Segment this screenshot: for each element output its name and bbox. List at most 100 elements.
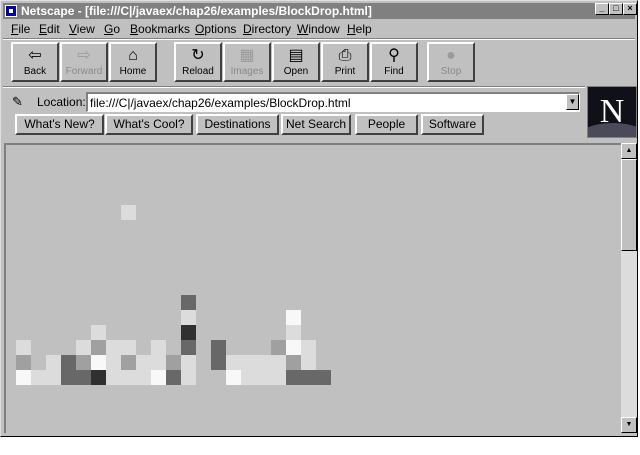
- forward-button[interactable]: ⇨ Forward: [60, 42, 108, 82]
- stop-button[interactable]: ● Stop: [427, 42, 475, 82]
- scroll-up-button[interactable]: ▲: [621, 143, 637, 159]
- falling-block: [76, 370, 91, 385]
- menu-view[interactable]: View: [69, 21, 95, 37]
- vertical-scrollbar[interactable]: ▲ ▼: [621, 143, 637, 433]
- falling-block: [106, 355, 121, 370]
- falling-block: [301, 370, 316, 385]
- maximize-button[interactable]: □: [609, 3, 623, 15]
- falling-block: [121, 355, 136, 370]
- falling-block: [301, 340, 316, 355]
- falling-block: [121, 205, 136, 220]
- forward-arrow-icon: ⇨: [77, 47, 91, 64]
- location-input[interactable]: [86, 92, 580, 112]
- falling-block: [286, 325, 301, 340]
- software-button[interactable]: Software: [421, 114, 484, 135]
- falling-block: [76, 340, 91, 355]
- falling-block: [211, 355, 226, 370]
- falling-block: [271, 370, 286, 385]
- blockdrop-applet-area[interactable]: [4, 143, 621, 433]
- toolbar-divider: [3, 38, 635, 40]
- falling-block: [16, 340, 31, 355]
- menu-edit[interactable]: Edit: [39, 21, 60, 37]
- menu-bookmarks[interactable]: Bookmarks: [130, 21, 190, 37]
- falling-block: [301, 355, 316, 370]
- location-divider: [3, 86, 585, 88]
- falling-block: [316, 370, 331, 385]
- destinations-button[interactable]: Destinations: [196, 114, 279, 135]
- falling-block: [286, 355, 301, 370]
- images-button[interactable]: ▦ Images: [223, 42, 271, 82]
- location-label: Location:: [37, 95, 86, 109]
- close-button[interactable]: ×: [623, 3, 637, 15]
- falling-block: [136, 370, 151, 385]
- scroll-thumb[interactable]: [621, 159, 637, 251]
- title-bar[interactable]: Netscape - [file:///C|/javaex/chap26/exa…: [3, 3, 635, 19]
- open-button[interactable]: ▤ Open: [272, 42, 320, 82]
- people-button[interactable]: People: [355, 114, 418, 135]
- falling-block: [46, 370, 61, 385]
- back-button[interactable]: ⇦ Back: [11, 42, 59, 82]
- menu-window[interactable]: Window: [297, 21, 340, 37]
- falling-block: [181, 370, 196, 385]
- falling-block: [181, 340, 196, 355]
- menu-bar: File Edit View Go Bookmarks Options Dire…: [3, 20, 635, 38]
- falling-block: [286, 340, 301, 355]
- falling-block: [271, 340, 286, 355]
- find-button[interactable]: ⚲ Find: [370, 42, 418, 82]
- home-button[interactable]: ⌂ Home: [109, 42, 157, 82]
- falling-block: [226, 370, 241, 385]
- falling-block: [181, 310, 196, 325]
- falling-block: [106, 370, 121, 385]
- falling-block: [166, 370, 181, 385]
- whats-cool-button[interactable]: What's Cool?: [105, 114, 193, 135]
- app-icon[interactable]: [5, 5, 17, 17]
- print-button[interactable]: ⎙ Print: [321, 42, 369, 82]
- falling-block: [151, 340, 166, 355]
- falling-block: [151, 355, 166, 370]
- falling-block: [286, 310, 301, 325]
- bookmark-link-icon[interactable]: ✎: [12, 94, 28, 110]
- menu-go[interactable]: Go: [104, 21, 120, 37]
- menu-directory[interactable]: Directory: [243, 21, 291, 37]
- whats-new-button[interactable]: What's New?: [15, 114, 104, 135]
- falling-block: [136, 355, 151, 370]
- home-icon: ⌂: [128, 47, 138, 64]
- menu-options[interactable]: Options: [195, 21, 236, 37]
- stop-icon: ●: [446, 47, 456, 64]
- browser-window: Netscape - [file:///C|/javaex/chap26/exa…: [0, 0, 638, 437]
- falling-block: [91, 325, 106, 340]
- netscape-logo[interactable]: N: [587, 86, 637, 138]
- location-dropdown-button[interactable]: ▼: [566, 94, 579, 110]
- falling-block: [226, 355, 241, 370]
- falling-block: [76, 355, 91, 370]
- falling-block: [211, 340, 226, 355]
- reload-button[interactable]: ↻ Reload: [174, 42, 222, 82]
- falling-block: [16, 355, 31, 370]
- binoculars-icon: ⚲: [388, 47, 400, 64]
- falling-block: [241, 370, 256, 385]
- falling-block: [151, 370, 166, 385]
- falling-block: [91, 370, 106, 385]
- falling-block: [91, 340, 106, 355]
- falling-block: [106, 340, 121, 355]
- falling-block: [241, 355, 256, 370]
- back-arrow-icon: ⇦: [28, 47, 42, 64]
- falling-block: [16, 370, 31, 385]
- falling-block: [46, 355, 61, 370]
- falling-block: [271, 355, 286, 370]
- falling-block: [121, 370, 136, 385]
- falling-block: [121, 340, 136, 355]
- window-title: Netscape - [file:///C|/javaex/chap26/exa…: [21, 4, 372, 18]
- falling-block: [166, 355, 181, 370]
- menu-file[interactable]: File: [11, 21, 30, 37]
- falling-block: [61, 355, 76, 370]
- falling-block: [181, 295, 196, 310]
- menu-help[interactable]: Help: [347, 21, 372, 37]
- open-icon: ▤: [288, 47, 304, 64]
- falling-block: [31, 370, 46, 385]
- net-search-button[interactable]: Net Search: [281, 114, 351, 135]
- falling-block: [256, 355, 271, 370]
- falling-block: [256, 370, 271, 385]
- scroll-down-button[interactable]: ▼: [621, 417, 637, 433]
- minimize-button[interactable]: _: [595, 3, 609, 15]
